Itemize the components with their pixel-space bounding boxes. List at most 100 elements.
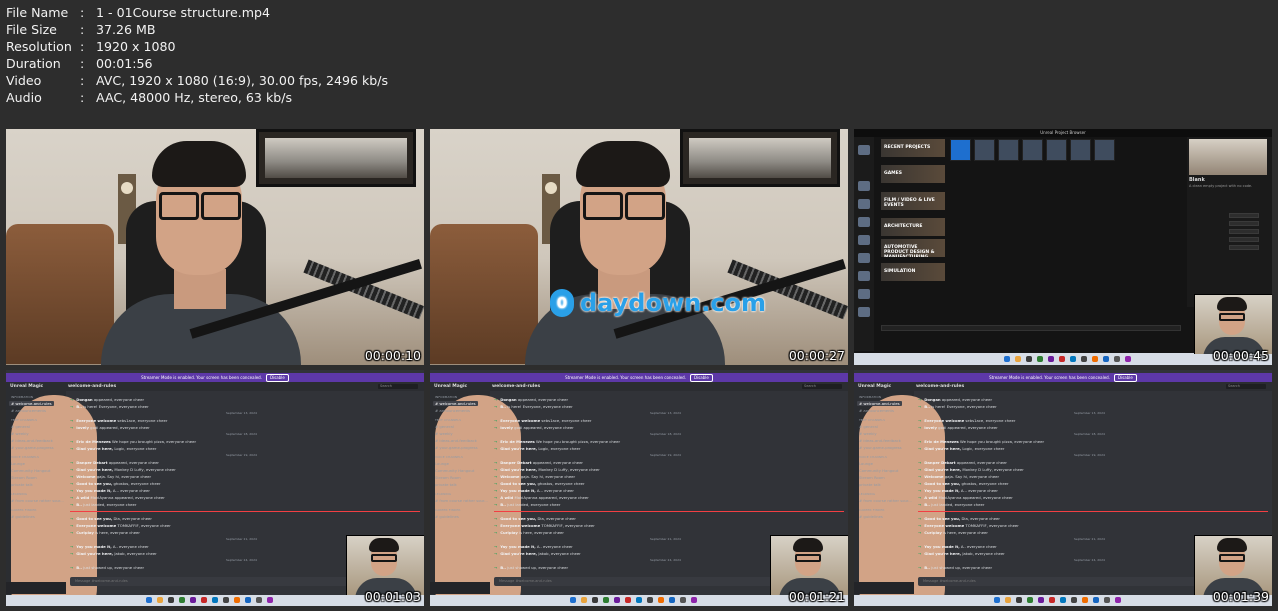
project-setting-field[interactable] [1229,237,1259,242]
template-tile[interactable] [1022,139,1043,161]
channel-item[interactable]: # weekly [859,431,877,436]
taskbar-app-icon[interactable] [994,597,1000,603]
channel-item[interactable]: # from course rather sour... [435,498,488,503]
disable-button[interactable]: Disable [689,374,713,382]
taskbar-app-icon[interactable] [625,597,631,603]
taskbar-app-icon[interactable] [1004,356,1010,362]
server-name[interactable]: Unreal Magic [434,382,467,391]
channel-item[interactable]: # your-game-progress [11,445,54,450]
sidebar-app-icon[interactable] [858,145,870,155]
taskbar-app-icon[interactable] [1071,597,1077,603]
thumbnail-5[interactable]: Streamer Mode is enabled. Your screen ha… [430,370,848,606]
thumbnail-2[interactable]: 0 daydown.com 00:00:27 [430,129,848,365]
channel-item[interactable]: private talk [11,482,33,487]
taskbar-app-icon[interactable] [168,597,174,603]
channel-item[interactable]: # weekly [11,431,29,436]
template-category[interactable]: ARCHITECTURE [881,218,945,236]
server-name[interactable]: Unreal Magic [10,382,43,391]
channel-item[interactable]: # general [11,424,30,429]
sidebar-app-icon[interactable] [858,199,870,209]
channel-item[interactable]: # welcome-and-rules [9,401,54,406]
taskbar-app-icon[interactable] [636,597,642,603]
template-tile[interactable] [974,139,995,161]
channel-item[interactable]: Lounge [859,461,873,466]
taskbar-app-icon[interactable] [603,597,609,603]
channel-item[interactable]: private talk [859,482,881,487]
taskbar-app-icon[interactable] [1048,356,1054,362]
message-input[interactable]: Message #welcome-and-rules [494,577,774,586]
taskbar-app-icon[interactable] [1015,356,1021,362]
taskbar-app-icon[interactable] [1037,356,1043,362]
taskbar-app-icon[interactable] [1092,356,1098,362]
taskbar-app-icon[interactable] [146,597,152,603]
channel-item[interactable]: Stream Room [859,475,885,480]
project-setting-field[interactable] [1229,229,1259,234]
taskbar-app-icon[interactable] [669,597,675,603]
sidebar-app-icon[interactable] [858,181,870,191]
message-input[interactable]: Message #welcome-and-rules [70,577,350,586]
channel-item[interactable]: Stream Room [11,475,37,480]
template-tile[interactable] [998,139,1019,161]
channel-item[interactable]: Lounge [435,461,449,466]
template-category[interactable]: FILM / VIDEO & LIVE EVENTS [881,192,945,210]
channel-item[interactable]: # your-game-progress [859,445,902,450]
channel-item[interactable]: # welcome-and-rules [433,401,478,406]
project-setting-field[interactable] [1229,245,1259,250]
sidebar-app-icon[interactable] [858,289,870,299]
taskbar-app-icon[interactable] [1059,356,1065,362]
channel-item[interactable]: Community Hangout [11,468,50,473]
search-input[interactable]: Search [802,384,842,389]
taskbar-app-icon[interactable] [1026,356,1032,362]
taskbar-app-icon[interactable] [157,597,163,603]
channel-item[interactable]: # ideas-and-feedback [859,438,901,443]
taskbar-app-icon[interactable] [1093,597,1099,603]
project-location-field[interactable] [881,325,1181,331]
template-category[interactable]: SIMULATION [881,263,945,281]
taskbar-app-icon[interactable] [190,597,196,603]
channel-item[interactable]: # ideas-and-feedback [11,438,53,443]
template-tile[interactable] [1070,139,1091,161]
taskbar-app-icon[interactable] [592,597,598,603]
taskbar-app-icon[interactable] [267,597,273,603]
thumbnail-3[interactable]: Unreal Project Browser RECENT PROJECTS GAM… [854,129,1272,365]
channel-item[interactable]: # guidelines [11,514,35,519]
disable-button[interactable]: Disable [1113,374,1137,382]
taskbar-app-icon[interactable] [581,597,587,603]
taskbar-app-icon[interactable] [1114,356,1120,362]
server-name[interactable]: Unreal Magic [858,382,891,391]
sidebar-app-icon[interactable] [858,307,870,317]
taskbar-app-icon[interactable] [658,597,664,603]
taskbar-app-icon[interactable] [1104,597,1110,603]
template-tile[interactable] [1094,139,1115,161]
taskbar-app-icon[interactable] [1049,597,1055,603]
taskbar-app-icon[interactable] [245,597,251,603]
channel-item[interactable]: # welcome-and-rules [857,401,902,406]
channel-item[interactable]: # guidelines [859,514,883,519]
taskbar-app-icon[interactable] [691,597,697,603]
taskbar-app-icon[interactable] [223,597,229,603]
sidebar-app-icon[interactable] [858,271,870,281]
taskbar-app-icon[interactable] [179,597,185,603]
taskbar-app-icon[interactable] [1027,597,1033,603]
template-category[interactable]: RECENT PROJECTS [881,139,945,157]
thumbnail-6[interactable]: Streamer Mode is enabled. Your screen ha… [854,370,1272,606]
channel-item[interactable]: # announcements [435,408,470,413]
taskbar-app-icon[interactable] [1081,356,1087,362]
template-category[interactable]: GAMES [881,165,945,183]
project-setting-field[interactable] [1229,213,1259,218]
channel-item[interactable]: # ideas-and-feedback [435,438,477,443]
taskbar-app-icon[interactable] [1060,597,1066,603]
project-setting-field[interactable] [1229,221,1259,226]
search-input[interactable]: Search [378,384,418,389]
template-tile[interactable] [1046,139,1067,161]
taskbar-app-icon[interactable] [256,597,262,603]
taskbar-app-icon[interactable] [1038,597,1044,603]
taskbar-app-icon[interactable] [1103,356,1109,362]
channel-item[interactable]: # from course rather sour... [859,498,912,503]
taskbar-app-icon[interactable] [680,597,686,603]
channel-item[interactable]: # announcements [859,408,894,413]
template-category[interactable]: AUTOMOTIVE PRODUCT DESIGN & MANUFACTURIN… [881,239,945,257]
taskbar-app-icon[interactable] [1005,597,1011,603]
template-tile[interactable] [950,139,971,161]
channel-item[interactable]: Community Hangout [435,468,474,473]
